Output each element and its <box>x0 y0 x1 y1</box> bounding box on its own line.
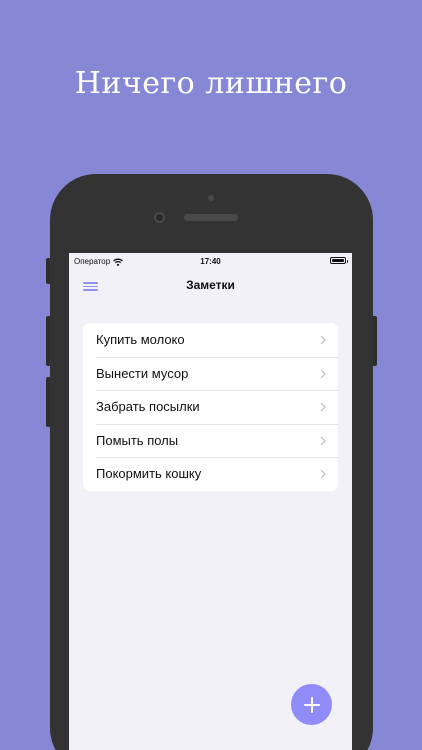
notes-list: Купить молоко Вынести мусор Забрать посы… <box>83 323 338 491</box>
page-title: Заметки <box>186 278 235 292</box>
front-camera <box>154 212 165 223</box>
note-label: Покормить кошку <box>96 466 202 482</box>
list-item[interactable]: Забрать посылки <box>83 390 338 424</box>
chevron-right-icon <box>320 469 326 479</box>
navigation-bar: Заметки <box>69 269 352 305</box>
phone-screen: Оператор 17:40 Заметки Купить молоко Вын… <box>69 253 352 750</box>
promo-headline: Ничего лишнего <box>74 66 348 101</box>
status-bar: Оператор 17:40 <box>69 253 352 269</box>
battery-icon <box>330 257 348 264</box>
note-label: Купить молоко <box>96 332 185 348</box>
note-label: Забрать посылки <box>96 399 200 415</box>
note-label: Помыть полы <box>96 432 179 448</box>
chevron-right-icon <box>320 335 326 345</box>
list-item[interactable]: Купить молоко <box>83 323 338 357</box>
proximity-sensor <box>208 195 214 201</box>
list-item[interactable]: Помыть полы <box>83 423 338 458</box>
plus-icon <box>303 696 320 713</box>
earpiece-speaker <box>184 214 238 221</box>
status-time: 17:40 <box>200 257 221 266</box>
list-item[interactable]: Покормить кошку <box>83 457 338 491</box>
chevron-right-icon <box>320 436 326 445</box>
chevron-right-icon <box>320 402 326 412</box>
note-label: Вынести мусор <box>96 365 189 381</box>
list-item[interactable]: Вынести мусор <box>83 356 338 391</box>
add-note-button[interactable] <box>291 684 332 725</box>
chevron-right-icon <box>320 369 326 378</box>
